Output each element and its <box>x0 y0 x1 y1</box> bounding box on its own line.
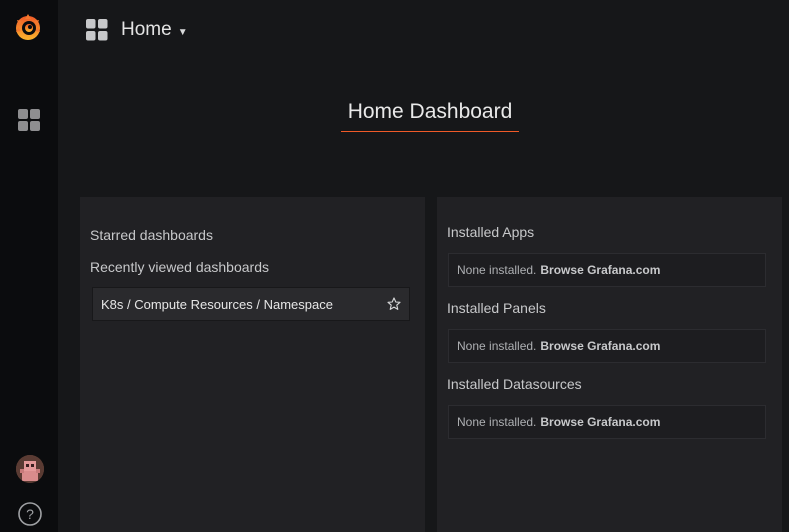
dashboard-list-item-title: K8s / Compute Resources / Namespace <box>101 296 333 312</box>
installed-apps-empty-text: None installed. <box>457 263 537 277</box>
installed-datasources-heading: Installed Datasources <box>447 376 582 392</box>
installed-apps-empty: None installed. Browse Grafana.com <box>448 253 766 287</box>
installed-apps-heading: Installed Apps <box>447 224 535 240</box>
plugin-list-panel: Installed Apps None installed. Browse Gr… <box>437 197 782 532</box>
installed-datasources-empty: None installed. Browse Grafana.com <box>448 405 766 439</box>
help-question-icon[interactable]: ? <box>17 501 43 527</box>
installed-datasources-empty-text: None installed. <box>457 415 537 429</box>
installed-panels-heading: Installed Panels <box>447 300 546 316</box>
starred-dashboards-heading: Starred dashboards <box>90 227 213 243</box>
sidebar: ? <box>0 0 58 532</box>
dashboard-list-item[interactable]: K8s / Compute Resources / Namespace <box>92 287 410 321</box>
dashboard-list-panel: Starred dashboards Recently viewed dashb… <box>80 197 425 532</box>
browse-datasources-link[interactable]: Browse Grafana.com <box>540 415 660 429</box>
caret-down-icon: ▼ <box>177 26 188 38</box>
dashboard-title: Home <box>121 19 172 40</box>
grafana-logo-icon[interactable] <box>11 10 45 44</box>
dashboards-grid-icon[interactable] <box>17 108 42 133</box>
browse-panels-link[interactable]: Browse Grafana.com <box>540 339 660 353</box>
browse-apps-link[interactable]: Browse Grafana.com <box>540 263 660 277</box>
svg-text:?: ? <box>26 506 34 522</box>
recently-viewed-heading: Recently viewed dashboards <box>90 259 269 275</box>
installed-panels-empty-text: None installed. <box>457 339 537 353</box>
main-content: Home ▼ Home Dashboard Starred dashboards… <box>58 0 789 532</box>
installed-panels-empty: None installed. Browse Grafana.com <box>448 329 766 363</box>
dashboards-grid-icon <box>86 19 108 41</box>
page-title: Home Dashboard <box>341 100 519 132</box>
star-outline-icon[interactable] <box>387 297 401 311</box>
user-avatar[interactable] <box>16 455 44 483</box>
dashboard-picker[interactable]: Home ▼ <box>86 16 188 44</box>
